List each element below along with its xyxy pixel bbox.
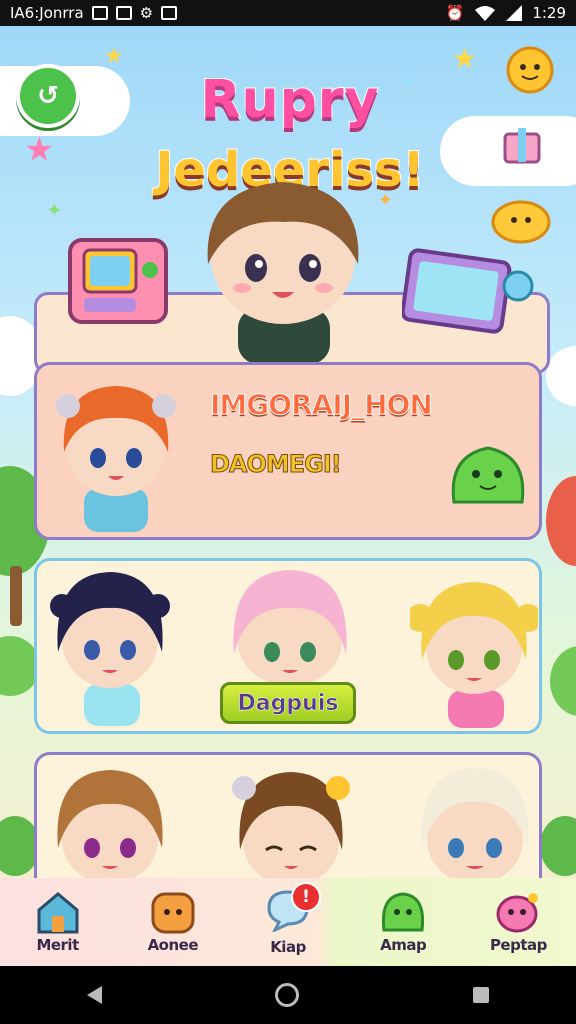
carrier-text: IA6:Jonrra <box>10 4 84 22</box>
alarm-icon: ⏰ <box>445 4 465 22</box>
clock: 1:29 <box>532 4 566 22</box>
bush <box>550 646 576 716</box>
house-icon <box>37 892 79 934</box>
character-blonde-hair[interactable] <box>410 578 538 728</box>
star-icon: ★ <box>24 130 55 170</box>
tree-trunk <box>10 566 22 626</box>
star-icon: ✦ <box>46 198 63 222</box>
cloud-creature-icon <box>491 200 551 244</box>
arcade-machine-icon[interactable] <box>64 232 172 330</box>
nav-label: Amap <box>380 936 427 954</box>
system-nav-bar <box>0 966 576 1024</box>
nav-label: Kiap <box>270 938 306 956</box>
featured-card-subtitle: DAOMEGI! <box>210 450 343 479</box>
character-brown-curly-hair[interactable] <box>48 764 174 878</box>
green-slime-icon <box>451 446 525 504</box>
settings-icon: ⚙ <box>139 4 154 22</box>
tree <box>546 476 576 566</box>
download-icon <box>115 6 132 20</box>
notification-badge: ! <box>291 882 321 912</box>
character-pink-hair[interactable] <box>222 566 358 684</box>
system-recents-icon[interactable] <box>473 987 490 1003</box>
nav-label: Merit <box>36 936 79 954</box>
save-icon <box>161 6 178 20</box>
star-icon: ★ <box>104 44 124 69</box>
nav-item-aonee[interactable]: Aonee <box>115 878 230 966</box>
back-button[interactable]: ↺ <box>16 64 80 128</box>
toast-icon <box>151 892 195 934</box>
hero-character <box>207 182 359 364</box>
cloud <box>546 346 576 406</box>
character-brown-hair[interactable] <box>226 766 356 878</box>
nav-label: Aonee <box>147 936 199 954</box>
sun-creature-icon <box>506 46 554 94</box>
character-navy-hair[interactable] <box>48 566 172 726</box>
nav-item-peptap[interactable]: Peptap <box>461 878 576 966</box>
bottom-nav: Merit Aonee ! Kiap Amap Peptap <box>0 878 576 966</box>
back-icon: ↺ <box>37 81 59 111</box>
signal-icon <box>506 5 523 21</box>
system-home-icon[interactable] <box>275 983 300 1007</box>
pink-creature-icon <box>496 893 539 933</box>
image-icon <box>91 6 108 20</box>
select-character-button[interactable]: Dagpuis <box>220 682 356 724</box>
status-bar: IA6:Jonrra ⚙ ⏰ 1:29 <box>0 0 576 26</box>
slime-icon <box>382 892 425 932</box>
nav-item-kiap[interactable]: ! Kiap <box>230 878 345 966</box>
system-back-icon[interactable] <box>86 986 102 1004</box>
character-white-hair[interactable] <box>410 762 540 878</box>
character-orange-hair <box>56 386 176 532</box>
tablet-device-icon[interactable] <box>402 248 538 334</box>
nav-item-merit[interactable]: Merit <box>0 878 115 966</box>
wifi-icon <box>475 6 496 21</box>
nav-label: Peptap <box>489 936 547 954</box>
gift-box-icon <box>503 128 541 164</box>
game-title-line1: Rupry <box>200 69 380 131</box>
nav-item-amap[interactable]: Amap <box>346 878 461 966</box>
bush <box>540 816 576 876</box>
game-scene: ★ ★ ★ ✦ ✦ ✦ ★ ★ ✦ ↺ Rupry Jedeeriss! <box>0 26 576 878</box>
featured-card-title: IMGORAIJ_HON <box>210 388 434 422</box>
